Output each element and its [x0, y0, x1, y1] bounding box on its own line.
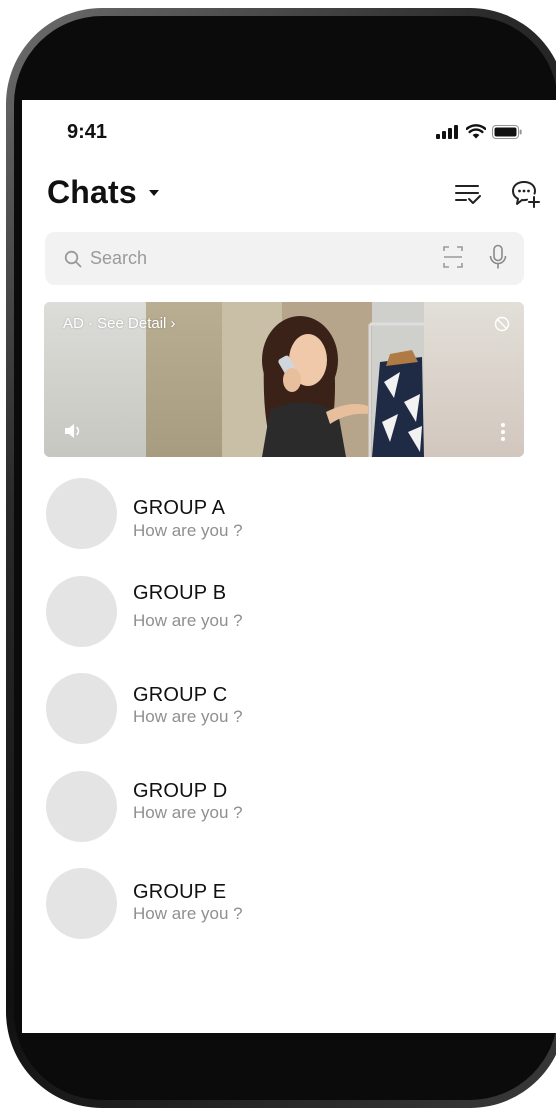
avatar	[46, 673, 117, 744]
chat-name: GROUP B	[133, 582, 227, 604]
more-vertical-icon[interactable]	[500, 422, 506, 442]
ad-banner[interactable]: AD · See Detail ›	[44, 302, 524, 457]
search-icon	[64, 250, 82, 267]
page-title: Chats	[47, 174, 137, 210]
signal-icon	[436, 124, 458, 139]
edit-list-button[interactable]	[452, 178, 484, 210]
battery-icon	[492, 124, 522, 139]
ad-detail-link[interactable]: AD · See Detail ›	[63, 315, 176, 332]
ad-photo	[222, 302, 424, 457]
scan-icon[interactable]	[442, 244, 464, 270]
edit-list-icon	[455, 185, 481, 204]
chat-name: GROUP A	[133, 497, 226, 519]
new-chat-button[interactable]	[510, 178, 542, 210]
header-actions	[452, 178, 542, 210]
wifi-icon	[466, 124, 486, 139]
search-bar[interactable]	[45, 232, 524, 285]
speaker-icon[interactable]	[64, 422, 86, 440]
chat-list-item[interactable]: GROUP D How are you ?	[46, 771, 526, 845]
title-row[interactable]: Chats	[47, 174, 159, 211]
microphone-icon[interactable]	[488, 244, 508, 270]
chat-list-item[interactable]: GROUP A How are you ?	[46, 478, 526, 552]
avatar	[46, 868, 117, 939]
chat-list-item[interactable]: GROUP B How are you ?	[46, 576, 526, 650]
chat-name: GROUP D	[133, 780, 228, 802]
chat-preview: How are you ?	[133, 707, 243, 726]
chat-preview: How are you ?	[133, 803, 243, 822]
hide-ad-icon[interactable]	[494, 316, 510, 332]
new-chat-icon	[512, 181, 540, 208]
chevron-down-icon[interactable]	[148, 189, 159, 196]
chat-list-item[interactable]: GROUP C How are you ?	[46, 673, 526, 747]
avatar	[46, 478, 117, 549]
avatar	[46, 771, 117, 842]
chat-preview: How are you ?	[133, 611, 243, 630]
status-icons	[436, 124, 522, 139]
chat-name: GROUP E	[133, 881, 227, 903]
search-tools	[442, 244, 508, 270]
status-time: 9:41	[67, 121, 108, 143]
avatar	[46, 576, 117, 647]
chat-name: GROUP C	[133, 684, 228, 706]
chat-preview: How are you ?	[133, 521, 243, 540]
search-input[interactable]	[88, 242, 422, 275]
chat-preview: How are you ?	[133, 904, 243, 923]
chat-list-item[interactable]: GROUP E How are you ?	[46, 868, 526, 942]
app-screen: 9:41 Chats Search AD · See Detail › GROU…	[22, 100, 556, 1033]
